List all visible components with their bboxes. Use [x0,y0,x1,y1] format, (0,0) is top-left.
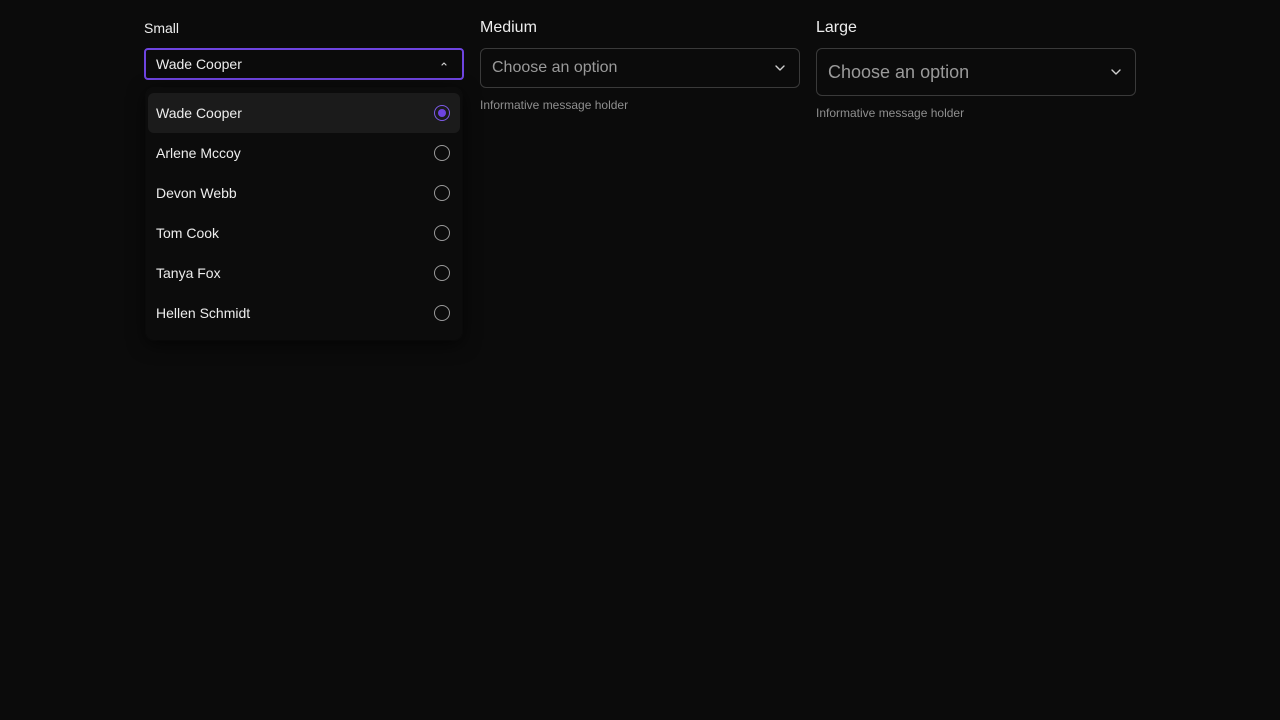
option-label: Hellen Schmidt [156,305,251,321]
medium-select[interactable]: Choose an option [480,48,800,88]
large-select[interactable]: Choose an option [816,48,1136,96]
radio-unchecked-icon [434,185,450,201]
option-devon-webb[interactable]: Devon Webb [148,173,460,213]
radio-unchecked-icon [434,225,450,241]
option-label: Tanya Fox [156,265,221,281]
option-wade-cooper[interactable]: Wade Cooper [148,93,460,133]
large-helper-text: Informative message holder [816,106,965,120]
medium-select-label: Medium [480,19,537,36]
option-label: Devon Webb [156,185,237,201]
small-select-field: Small Wade Cooper [144,18,464,80]
option-hellen-schmidt[interactable]: Hellen Schmidt [148,293,460,333]
radio-unchecked-icon [434,305,450,321]
large-select-label: Large [816,19,857,36]
option-tanya-fox[interactable]: Tanya Fox [148,253,460,293]
option-arlene-mccoy[interactable]: Arlene Mccoy [148,133,460,173]
large-select-placeholder: Choose an option [828,61,970,82]
option-label: Tom Cook [156,225,220,241]
radio-checked-icon [434,105,450,121]
medium-select-field: Medium Choose an option Informative mess… [480,18,800,113]
small-select-dropdown: Wade Cooper Arlene Mccoy Devon Webb Tom … [146,88,462,340]
chevron-up-icon [436,56,452,72]
large-select-field: Large Choose an option Informative messa… [816,18,1136,121]
option-tom-cook[interactable]: Tom Cook [148,213,460,253]
medium-select-placeholder: Choose an option [492,59,618,76]
radio-unchecked-icon [434,265,450,281]
small-select-value: Wade Cooper [156,56,242,72]
medium-helper-text: Informative message holder [480,98,629,112]
small-select[interactable]: Wade Cooper [144,48,464,80]
chevron-down-icon [772,60,788,76]
option-label: Wade Cooper [156,105,242,121]
option-label: Arlene Mccoy [156,145,241,161]
small-select-label: Small [144,20,180,36]
radio-unchecked-icon [434,145,450,161]
chevron-down-icon [1108,64,1124,80]
